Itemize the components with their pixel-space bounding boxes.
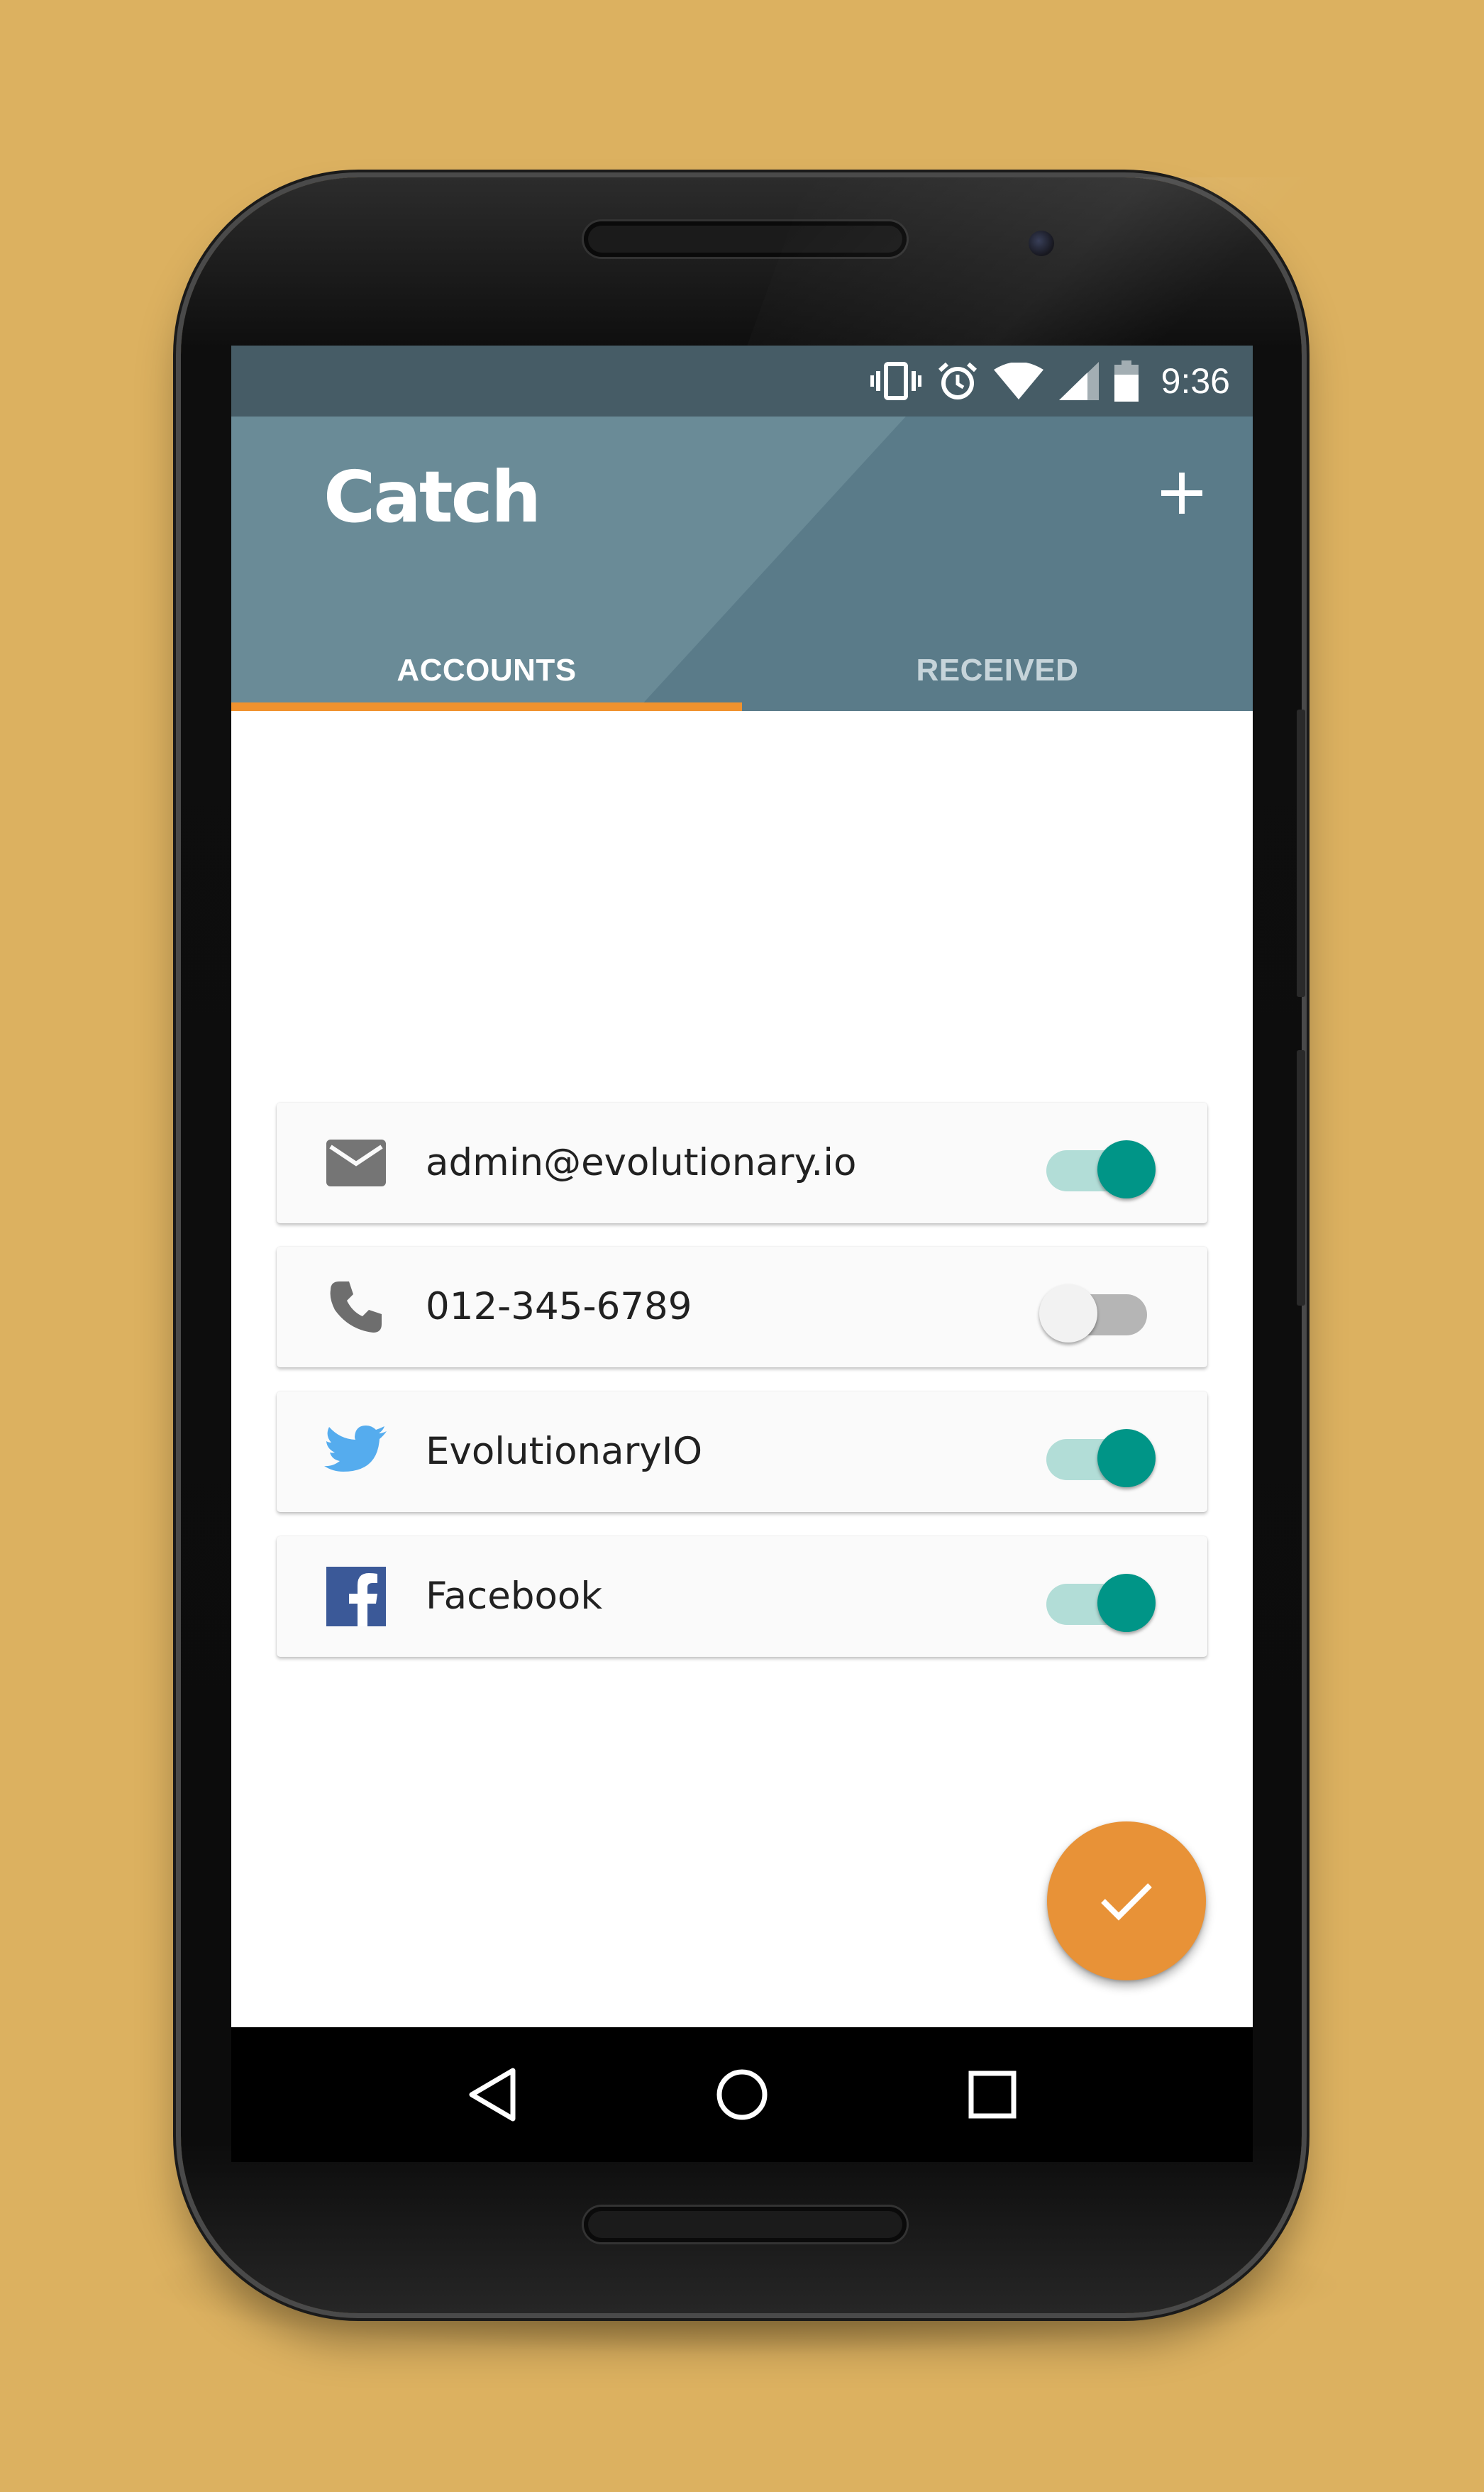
toggle-thumb (1097, 1429, 1156, 1487)
account-toggle[interactable] (1046, 1138, 1156, 1198)
account-card-facebook[interactable]: Facebook (277, 1536, 1207, 1657)
battery-icon (1114, 360, 1139, 402)
phone-icon (323, 1274, 389, 1340)
plus-icon (1161, 473, 1202, 514)
twitter-icon (323, 1418, 389, 1485)
check-icon (1101, 1883, 1152, 1921)
app-bar: Catch ACCOUNTS RECEIVED (231, 417, 1253, 711)
account-label: admin@evolutionary.io (426, 1141, 857, 1184)
account-card-phone[interactable]: 012-345-6789 (277, 1247, 1207, 1367)
bottom-speaker (584, 2207, 907, 2242)
app-logo: Catch (323, 456, 541, 539)
back-button[interactable] (453, 2056, 531, 2134)
tab-accounts[interactable]: ACCOUNTS (231, 629, 742, 711)
wifi-icon (993, 363, 1043, 399)
toggle-thumb (1097, 1574, 1156, 1632)
account-card-twitter[interactable]: EvolutionaryIO (277, 1391, 1207, 1512)
tab-indicator (231, 702, 742, 711)
home-button[interactable] (703, 2056, 781, 2134)
power-button (1297, 710, 1305, 997)
recents-icon (968, 2071, 1017, 2119)
account-toggle[interactable] (1039, 1282, 1153, 1343)
signal-icon (1058, 362, 1099, 400)
facebook-icon (323, 1563, 389, 1630)
navigation-bar (231, 2027, 1253, 2162)
status-time: 9:36 (1161, 361, 1230, 401)
toggle-thumb (1039, 1284, 1097, 1343)
top-speaker (584, 221, 907, 257)
confirm-fab[interactable] (1047, 1821, 1206, 1980)
account-label: Facebook (426, 1575, 603, 1618)
tab-received[interactable]: RECEIVED (742, 629, 1253, 711)
vibrate-icon (870, 361, 921, 401)
back-icon (469, 2068, 516, 2122)
account-card-email[interactable]: admin@evolutionary.io (277, 1103, 1207, 1223)
account-toggle[interactable] (1046, 1427, 1156, 1487)
tab-bar: ACCOUNTS RECEIVED (231, 629, 1253, 711)
recents-button[interactable] (953, 2056, 1031, 2134)
phone-screen: 9:36 Catch ACCOUNTS RECEIVED admin@evolu… (231, 346, 1253, 2162)
email-icon (323, 1130, 389, 1196)
status-bar: 9:36 (231, 346, 1253, 417)
account-label: 012-345-6789 (426, 1285, 692, 1328)
front-camera (1029, 231, 1054, 256)
add-account-button[interactable] (1153, 465, 1210, 522)
volume-button (1297, 1050, 1305, 1306)
home-icon (716, 2069, 768, 2120)
toggle-thumb (1097, 1140, 1156, 1198)
account-toggle[interactable] (1046, 1572, 1156, 1632)
alarm-icon (937, 360, 978, 402)
account-label: EvolutionaryIO (426, 1430, 703, 1473)
